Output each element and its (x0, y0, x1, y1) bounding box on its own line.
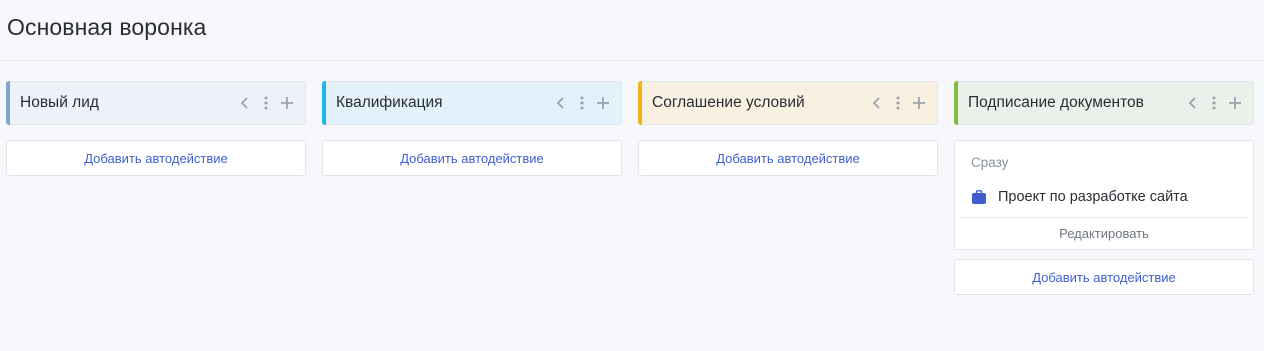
chevron-left-icon[interactable] (236, 93, 253, 113)
autoaction-trigger-label: Сразу (971, 155, 1009, 170)
more-vertical-icon[interactable] (257, 93, 274, 113)
stage-tools (1184, 93, 1253, 113)
autoaction-name: Проект по разработке сайта (998, 189, 1188, 205)
stage-tools (868, 93, 937, 113)
stage-title: Квалификация (336, 94, 443, 111)
add-autoaction-button[interactable]: Добавить автодействие (322, 140, 622, 176)
more-vertical-icon[interactable] (1205, 93, 1222, 113)
page-header: Основная воронка (0, 0, 1264, 61)
page-title: Основная воронка (7, 14, 207, 40)
chevron-left-icon[interactable] (868, 93, 885, 113)
stage-column: Новый лид Добавить автодействие (6, 81, 306, 176)
more-vertical-icon[interactable] (889, 93, 906, 113)
plus-icon[interactable] (1226, 93, 1243, 113)
stage-column: Квалификация Добавить автодействие (322, 81, 622, 176)
add-autoaction-button[interactable]: Добавить автодействие (954, 259, 1254, 295)
autoaction-card: Сразу Проект по разработке сайта Редакти… (954, 140, 1254, 250)
briefcase-icon (972, 190, 986, 204)
more-vertical-icon[interactable] (573, 93, 590, 113)
stage-header: Подписание документов (954, 81, 1254, 125)
plus-icon[interactable] (910, 93, 927, 113)
autoaction-item[interactable]: Проект по разработке сайта (960, 177, 1248, 217)
plus-icon[interactable] (594, 93, 611, 113)
stage-title: Соглашение условий (652, 94, 805, 111)
add-autoaction-button[interactable]: Добавить автодействие (6, 140, 306, 176)
stage-title: Подписание документов (968, 94, 1144, 111)
stage-header: Соглашение условий (638, 81, 938, 125)
edit-autoaction-button[interactable]: Редактировать (960, 217, 1248, 249)
stage-tools (236, 93, 305, 113)
add-autoaction-button[interactable]: Добавить автодействие (638, 140, 938, 176)
chevron-left-icon[interactable] (1184, 93, 1201, 113)
plus-icon[interactable] (278, 93, 295, 113)
stage-tools (552, 93, 621, 113)
stage-header: Квалификация (322, 81, 622, 125)
stage-column: Соглашение условий Добавить автодействие (638, 81, 938, 176)
stage-header: Новый лид (6, 81, 306, 125)
chevron-left-icon[interactable] (552, 93, 569, 113)
stage-column: Подписание документов Сразу Проект по ра… (954, 81, 1254, 295)
stage-title: Новый лид (20, 94, 99, 111)
